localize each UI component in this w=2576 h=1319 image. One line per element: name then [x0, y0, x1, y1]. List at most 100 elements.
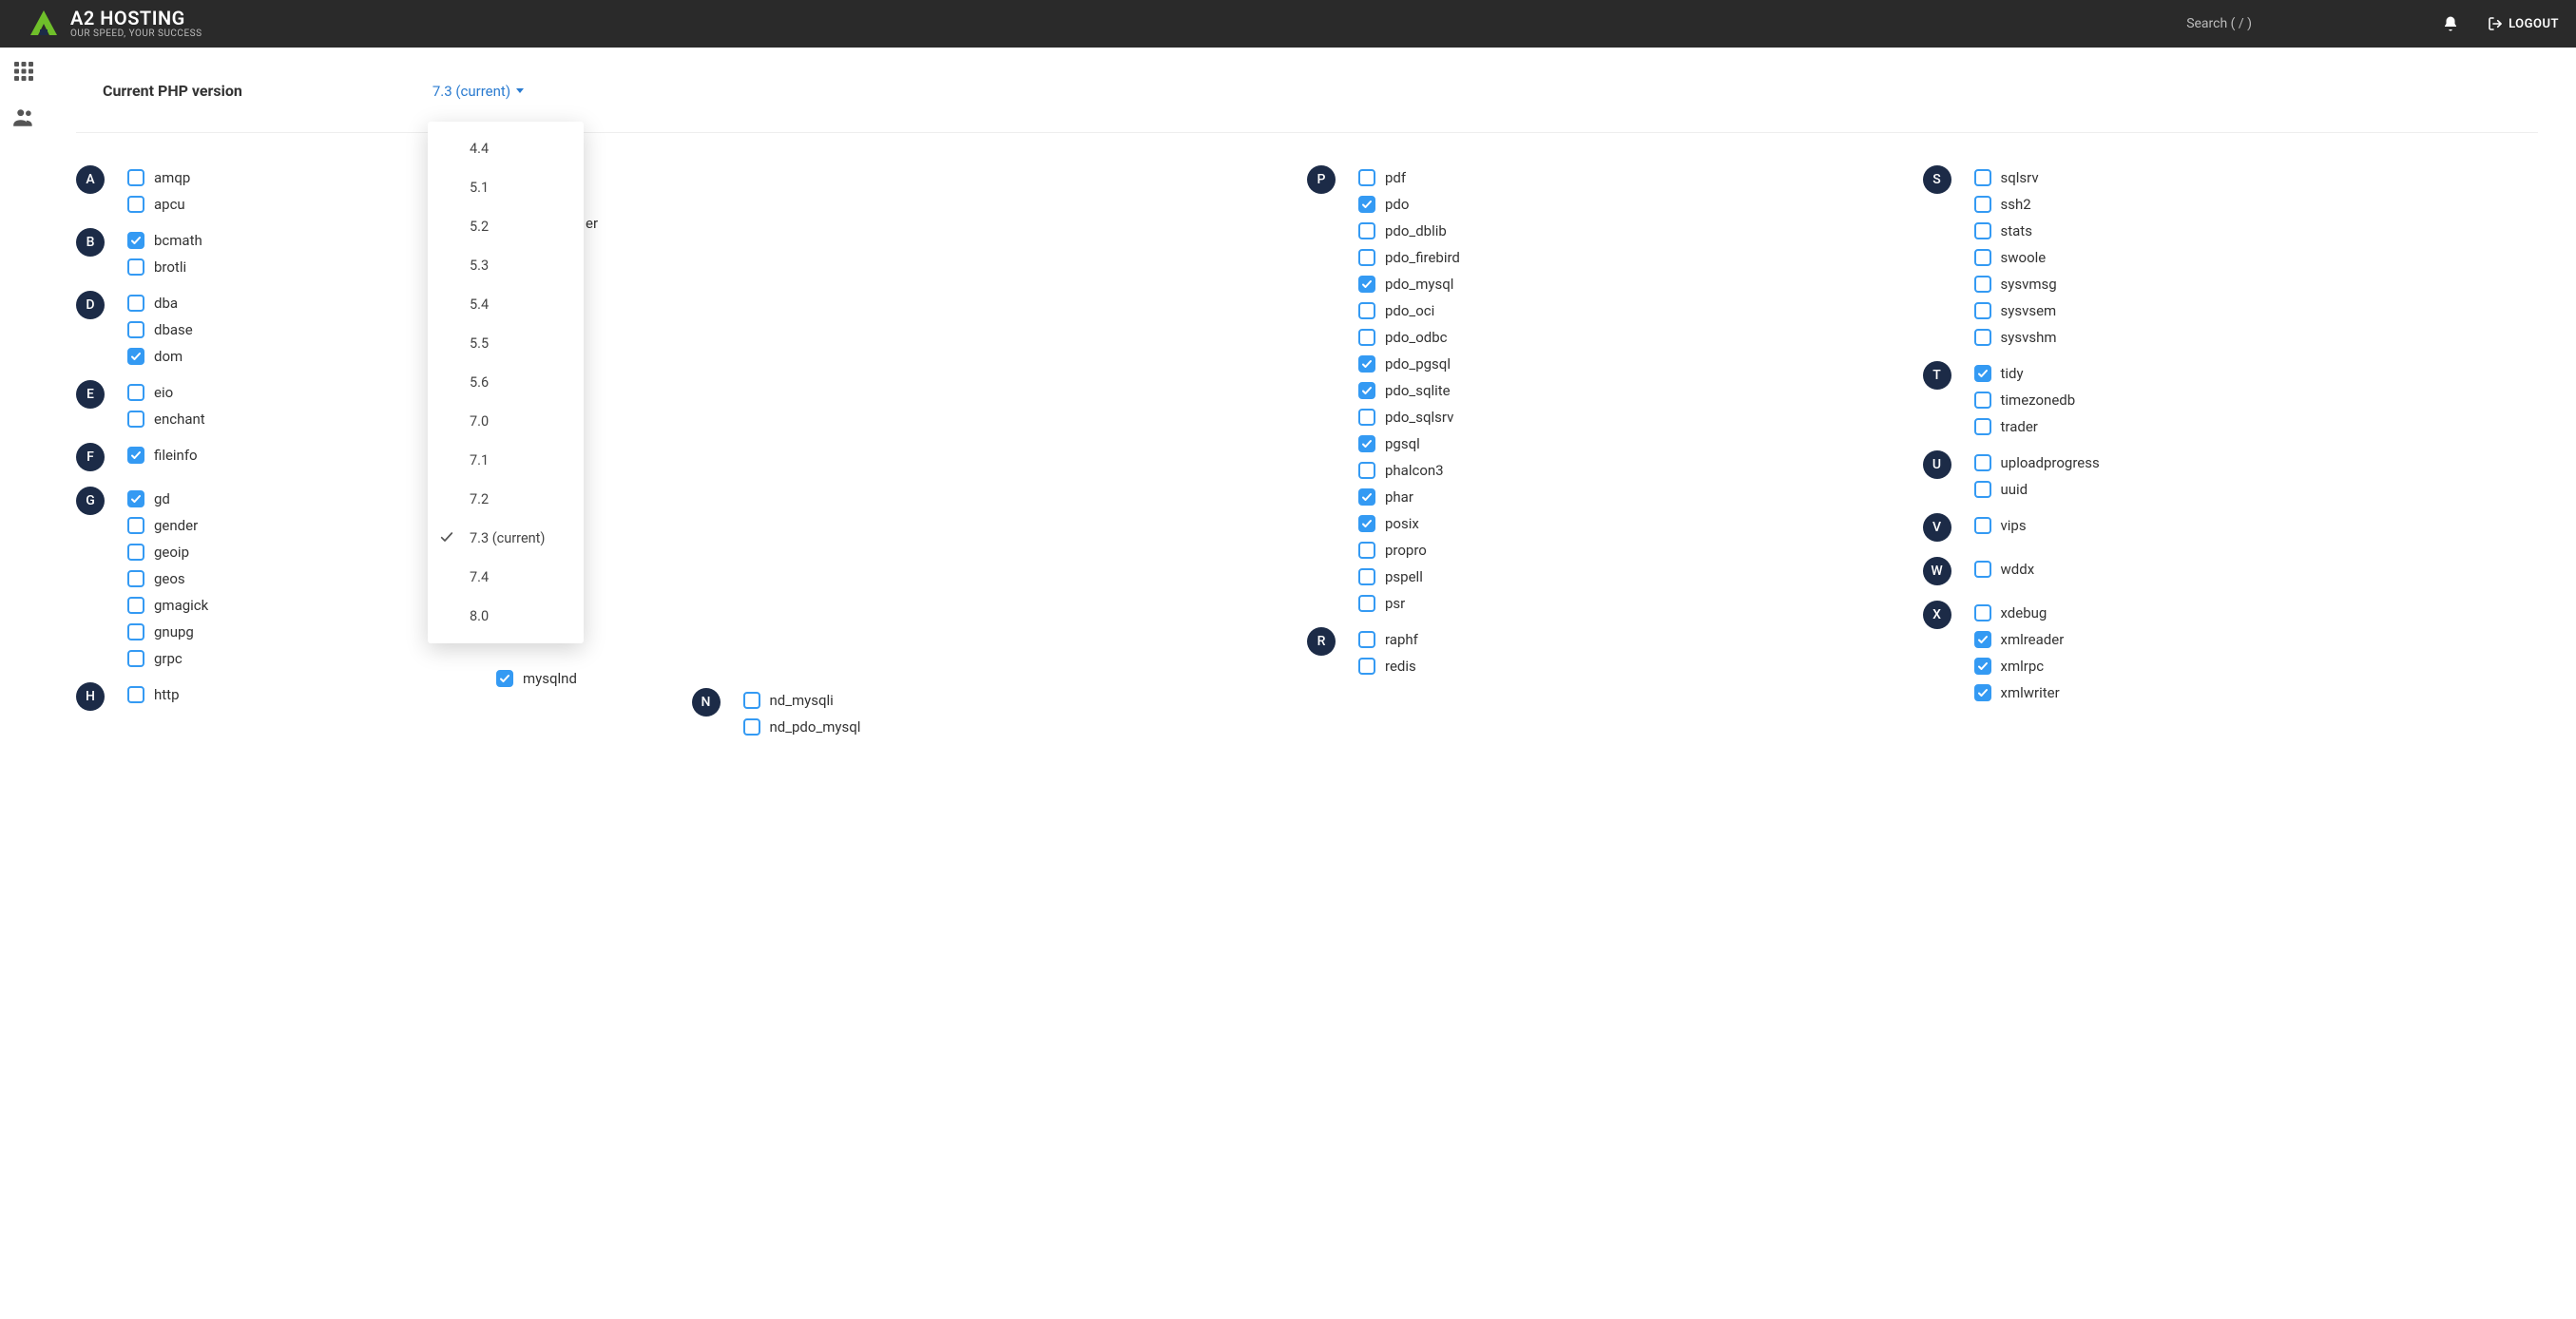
checkbox[interactable] — [1358, 462, 1375, 479]
checkbox[interactable] — [1358, 409, 1375, 426]
checkbox[interactable] — [1974, 169, 1991, 186]
version-option[interactable]: 7.4 — [428, 558, 584, 597]
checkbox[interactable] — [1974, 249, 1991, 266]
version-option[interactable]: 5.4 — [428, 285, 584, 324]
checkbox[interactable] — [127, 196, 144, 213]
checkbox[interactable] — [1974, 302, 1991, 319]
item-label[interactable]: apcu — [154, 196, 185, 213]
item-label[interactable]: pdo — [1385, 196, 1409, 213]
item-label[interactable]: vips — [2001, 517, 2027, 534]
checkbox[interactable] — [1358, 488, 1375, 506]
item-label[interactable]: pdf — [1385, 169, 1406, 186]
item-label[interactable]: wddx — [2001, 561, 2035, 578]
item-label[interactable]: grpc — [154, 650, 183, 667]
checkbox[interactable] — [1358, 595, 1375, 612]
checkbox[interactable] — [1358, 276, 1375, 293]
item-label[interactable]: pdo_pgsql — [1385, 355, 1451, 373]
search-input[interactable]: Search ( / ) — [2186, 16, 2252, 31]
item-label[interactable]: swoole — [2001, 249, 2047, 266]
checkbox[interactable] — [127, 447, 144, 464]
item-label[interactable]: sysvshm — [2001, 329, 2057, 346]
item-label[interactable]: pspell — [1385, 568, 1423, 585]
checkbox[interactable] — [1974, 454, 1991, 471]
item-label[interactable]: gmagick — [154, 597, 208, 614]
item-label[interactable]: nd_pdo_mysql — [770, 718, 861, 736]
checkbox[interactable] — [1358, 249, 1375, 266]
notifications-icon[interactable] — [2442, 15, 2459, 32]
item-label[interactable]: nd_mysqli — [770, 692, 834, 709]
checkbox[interactable] — [127, 295, 144, 312]
version-option[interactable]: 7.1 — [428, 441, 584, 480]
item-label[interactable]: dom — [154, 348, 183, 365]
item-label[interactable]: pdo_sqlsrv — [1385, 409, 1453, 426]
rail-users-icon[interactable] — [10, 103, 38, 131]
item-label[interactable]: posix — [1385, 515, 1419, 532]
version-option[interactable]: 4.4 — [428, 129, 584, 168]
item-label[interactable]: gnupg — [154, 623, 194, 640]
item-label[interactable]: raphf — [1385, 631, 1418, 648]
checkbox[interactable] — [127, 232, 144, 249]
checkbox[interactable] — [127, 686, 144, 703]
checkbox[interactable] — [1974, 684, 1991, 701]
item-label[interactable]: amqp — [154, 169, 190, 186]
checkbox[interactable] — [1974, 329, 1991, 346]
checkbox[interactable] — [1358, 196, 1375, 213]
item-label[interactable]: phalcon3 — [1385, 462, 1444, 479]
checkbox[interactable] — [1974, 365, 1991, 382]
item-label[interactable]: brotli — [154, 258, 186, 276]
checkbox[interactable] — [1974, 196, 1991, 213]
checkbox[interactable] — [1358, 382, 1375, 399]
item-label[interactable]: psr — [1385, 595, 1405, 612]
checkbox[interactable] — [127, 570, 144, 587]
item-label[interactable]: pdo_mysql — [1385, 276, 1453, 293]
item-label[interactable]: geoip — [154, 544, 189, 561]
checkbox[interactable] — [1974, 604, 1991, 621]
item-label[interactable]: dbase — [154, 321, 193, 338]
checkbox[interactable] — [127, 650, 144, 667]
item-label[interactable]: timezonedb — [2001, 392, 2076, 409]
item-label[interactable]: xmlrpc — [2001, 658, 2045, 675]
item-label[interactable]: phar — [1385, 488, 1413, 506]
version-option[interactable]: 5.5 — [428, 324, 584, 363]
item-label[interactable]: gd — [154, 490, 170, 507]
checkbox[interactable] — [127, 597, 144, 614]
item-label[interactable]: eio — [154, 384, 173, 401]
item-label[interactable]: enchant — [154, 411, 205, 428]
brand-logo[interactable]: A2 HOSTING OUR SPEED, YOUR SUCCESS — [6, 7, 202, 41]
checkbox[interactable] — [1358, 222, 1375, 239]
item-label[interactable]: dba — [154, 295, 178, 312]
version-option[interactable]: 8.0 — [428, 597, 584, 636]
item-label[interactable]: propro — [1385, 542, 1427, 559]
checkbox[interactable] — [1974, 418, 1991, 435]
checkbox[interactable] — [1974, 481, 1991, 498]
checkbox[interactable] — [1358, 515, 1375, 532]
checkbox[interactable] — [1358, 568, 1375, 585]
checkbox[interactable] — [127, 490, 144, 507]
version-option[interactable]: 7.2 — [428, 480, 584, 519]
item-label[interactable]: uploadprogress — [2001, 454, 2100, 471]
item-label[interactable]: pdo_dblib — [1385, 222, 1447, 239]
item-label[interactable]: xdebug — [2001, 604, 2047, 621]
version-option[interactable]: 5.2 — [428, 207, 584, 246]
item-label[interactable]: trader — [2001, 418, 2038, 435]
checkbox[interactable] — [127, 258, 144, 276]
item-label[interactable]: sysvmsg — [2001, 276, 2057, 293]
checkbox[interactable] — [1358, 658, 1375, 675]
checkbox[interactable] — [1974, 561, 1991, 578]
rail-apps-icon[interactable] — [10, 57, 38, 86]
checkbox[interactable] — [1358, 435, 1375, 452]
version-select[interactable]: 7.3 (current) — [433, 83, 524, 100]
checkbox[interactable] — [127, 321, 144, 338]
checkbox[interactable] — [1358, 302, 1375, 319]
item-label[interactable]: tidy — [2001, 365, 2024, 382]
checkbox[interactable] — [127, 623, 144, 640]
item-label[interactable]: fileinfo — [154, 447, 198, 464]
version-option[interactable]: 5.1 — [428, 168, 584, 207]
checkbox[interactable] — [1358, 355, 1375, 373]
item-label[interactable]: ssh2 — [2001, 196, 2031, 213]
version-option[interactable]: 7.3 (current) — [428, 519, 584, 558]
checkbox[interactable] — [1974, 658, 1991, 675]
checkbox[interactable] — [127, 411, 144, 428]
item-label[interactable]: pdo_oci — [1385, 302, 1434, 319]
item-label[interactable]: pdo_sqlite — [1385, 382, 1451, 399]
